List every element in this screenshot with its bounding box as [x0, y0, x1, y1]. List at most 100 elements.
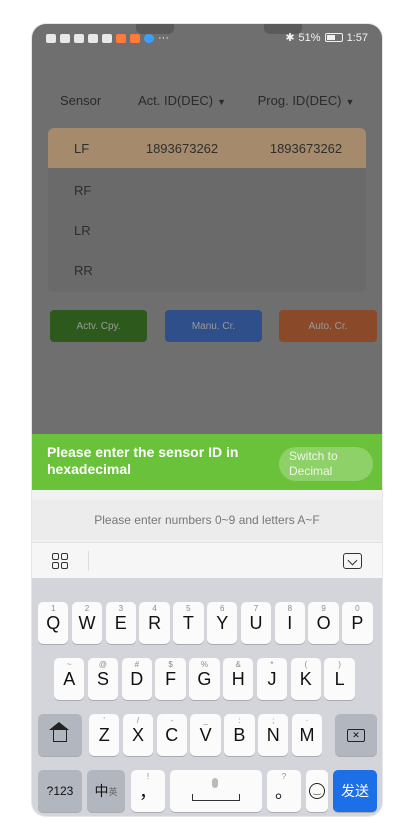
- key-j[interactable]: * J: [256, 658, 288, 700]
- key-q[interactable]: 1Q: [38, 602, 69, 644]
- key-b[interactable]: :B: [224, 714, 255, 756]
- key-c[interactable]: -C: [156, 714, 187, 756]
- key-p[interactable]: 0P: [342, 602, 373, 644]
- key-alt-label: *: [270, 660, 274, 669]
- shift-key[interactable]: [38, 714, 82, 756]
- backspace-key[interactable]: ✕: [335, 714, 377, 756]
- key-g[interactable]: % G: [189, 658, 220, 700]
- language-sub-label: 英: [108, 786, 118, 797]
- key-m[interactable]: · M: [291, 714, 323, 756]
- comma-key[interactable]: ! ，: [131, 770, 165, 812]
- bluetooth-icon: ✱: [285, 32, 295, 44]
- key-label: Q: [46, 612, 61, 633]
- key-label: D: [130, 668, 144, 689]
- table-row[interactable]: LF 1893673262 1893673262: [48, 128, 366, 168]
- header-prog-id-dropdown[interactable]: Prog. ID(DEC) ▼: [246, 93, 366, 108]
- key-label: X: [131, 724, 144, 745]
- send-key[interactable]: 发送: [333, 770, 377, 812]
- key-h[interactable]: & H: [223, 658, 254, 700]
- row-prog-id: 1893673262: [269, 140, 343, 156]
- activate-copy-button[interactable]: Actv. Cpy.: [50, 310, 147, 342]
- key-alt-label: 9: [321, 604, 326, 613]
- hide-keyboard-icon[interactable]: [343, 553, 362, 569]
- keyboard-menu-icon[interactable]: [52, 553, 68, 569]
- wifi-icon: [74, 33, 84, 43]
- key-x[interactable]: / X: [122, 714, 154, 756]
- table-row[interactable]: LR: [48, 210, 366, 250]
- key-r[interactable]: 4R: [139, 602, 170, 644]
- key-w[interactable]: 2W: [71, 602, 103, 644]
- language-label: 中: [94, 783, 109, 799]
- key-f[interactable]: $ F: [155, 658, 186, 700]
- key-label: T: [182, 612, 194, 633]
- key-alt-label: 0: [355, 604, 360, 613]
- auto-create-button[interactable]: Auto. Cr.: [279, 310, 377, 342]
- key-alt-label: 4: [152, 604, 157, 613]
- key-i[interactable]: 8I: [274, 602, 305, 644]
- key-k[interactable]: (K: [290, 658, 321, 700]
- key-alt-label: ': [103, 716, 105, 725]
- hex-input-banner: Please enter the sensor ID in hexadecima…: [32, 434, 382, 490]
- signal-icon: [60, 33, 70, 43]
- key-alt-label: #: [134, 660, 140, 669]
- key-alt-label: %: [200, 660, 208, 669]
- key-label: C: [165, 724, 179, 745]
- row-position: RR: [74, 262, 93, 278]
- header-act-id-dropdown[interactable]: Act. ID(DEC) ▼: [118, 93, 246, 108]
- comma-label: ，: [139, 782, 157, 802]
- key-v[interactable]: _ V: [190, 714, 221, 756]
- emoji-key[interactable]: ‿: [306, 770, 328, 812]
- key-alt-label: 8: [287, 604, 293, 613]
- key-y[interactable]: 6Y: [207, 602, 238, 644]
- key-label: B: [233, 724, 246, 745]
- row-position: LF: [74, 140, 90, 156]
- table-row[interactable]: RR: [48, 250, 366, 290]
- chat-icon: [102, 33, 112, 43]
- key-alt-label: 5: [186, 604, 191, 613]
- key-a[interactable]: ~ A: [54, 658, 85, 700]
- key-alt-label: (: [304, 660, 308, 669]
- key-t[interactable]: 5T: [173, 602, 204, 644]
- dropdown-caret-icon: ▼: [217, 96, 227, 107]
- battery-icon: [324, 33, 343, 42]
- key-label: L: [334, 668, 345, 689]
- key-e[interactable]: 3E: [105, 602, 136, 644]
- key-label: E: [114, 612, 127, 633]
- key-n[interactable]: ; N: [258, 714, 289, 756]
- space-icon: [192, 777, 240, 801]
- shift-icon: [49, 722, 69, 742]
- key-u[interactable]: 7U: [240, 602, 272, 644]
- language-key[interactable]: 中英: [87, 770, 125, 812]
- soft-keyboard: 1Q2W3E4R5T6Y7U8I9O0P ~ A @ S # D $ F% G & H * J(K) L …: [32, 542, 382, 816]
- row-position: LR: [74, 222, 91, 238]
- key-l[interactable]: ) L: [324, 658, 355, 700]
- key-alt-label: &: [235, 660, 241, 669]
- sim-icon: [46, 33, 56, 43]
- table-row[interactable]: RF: [48, 170, 366, 210]
- key-o[interactable]: 9O: [308, 602, 339, 644]
- key-label: G: [197, 668, 212, 689]
- manual-create-button[interactable]: Manu. Cr.: [165, 310, 262, 342]
- key-alt-label: ~: [66, 660, 72, 669]
- app-notification-icon: [116, 33, 126, 43]
- switch-to-decimal-button[interactable]: Switch to Decimal: [279, 447, 373, 481]
- app-notification-icon: [130, 33, 140, 43]
- banner-prompt: Please enter the sensor ID in hexadecima…: [47, 444, 239, 477]
- key-label: Y: [216, 612, 229, 633]
- key-z[interactable]: ' Z: [89, 714, 120, 756]
- numbers-key[interactable]: ?123: [38, 770, 82, 812]
- key-label: K: [299, 668, 312, 689]
- comma-alt: !: [146, 772, 150, 781]
- period-key[interactable]: ? 。: [267, 770, 301, 812]
- key-alt-label: 1: [50, 604, 56, 613]
- key-s[interactable]: @ S: [87, 658, 119, 700]
- key-label: J: [267, 668, 277, 689]
- phone-screen: ··· ✱ 51% 1:57 Sensor Act. ID(DEC) ▼ Prog…: [32, 24, 382, 816]
- space-key[interactable]: [170, 770, 262, 812]
- microphone-icon: [212, 777, 218, 788]
- key-d[interactable]: # D: [121, 658, 152, 700]
- table-header: Sensor Act. ID(DEC) ▼ Prog. ID(DEC) ▼: [48, 82, 366, 118]
- input-hint[interactable]: Please enter numbers 0~9 and letters A~F: [32, 500, 382, 540]
- key-alt-label: 6: [219, 604, 225, 613]
- camera-notch: [136, 24, 174, 34]
